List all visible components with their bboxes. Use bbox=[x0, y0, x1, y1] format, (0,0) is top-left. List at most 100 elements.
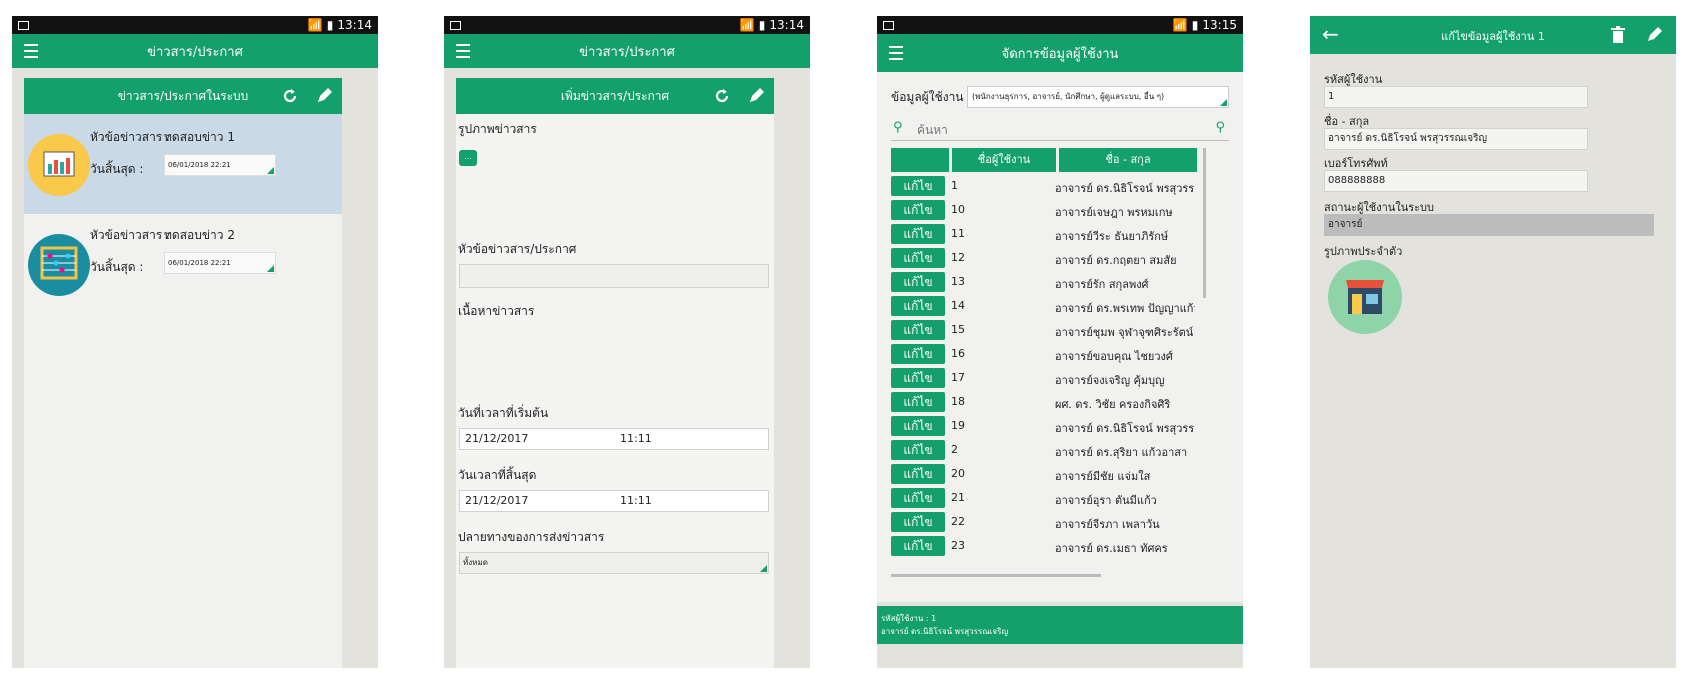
edit-button[interactable]: แก้ไข bbox=[891, 224, 945, 244]
refresh-icon[interactable] bbox=[712, 86, 732, 106]
store-icon[interactable] bbox=[1328, 260, 1402, 334]
screen-news-list: 📶 ▮ 13:14 ข่าวสาร/ประกาศ ข่าวสาร/ประกาศในร… bbox=[12, 16, 378, 668]
app-bar: ข่าวสาร/ประกาศ bbox=[444, 34, 810, 68]
notification-icon bbox=[883, 20, 894, 30]
horizontal-scrollbar[interactable] bbox=[891, 574, 1101, 577]
row-username: 12 bbox=[951, 251, 965, 264]
signal-icon: 📶 bbox=[307, 18, 323, 32]
user-id-field[interactable]: 1 bbox=[1324, 86, 1588, 108]
pencil-icon[interactable] bbox=[1644, 25, 1664, 45]
col-name-header: ชื่อ - สกุล bbox=[1059, 148, 1197, 172]
search-bar[interactable]: ⚲ ค้นหา ⚲ bbox=[891, 118, 1229, 141]
edit-button[interactable]: แก้ไข bbox=[891, 296, 945, 316]
table-row[interactable]: แก้ไข 16 อาจารย์ขอบคุณ ไชยวงศ์ bbox=[891, 344, 1196, 366]
row-fullname: อาจารย์มีชัย แจ่มใส bbox=[1055, 470, 1151, 483]
refresh-icon[interactable] bbox=[280, 86, 300, 106]
edit-button[interactable]: แก้ไข bbox=[891, 248, 945, 268]
menu-icon[interactable] bbox=[889, 46, 903, 64]
table-row[interactable]: แก้ไข 2 อาจารย์ ดร.สุริยา แก้วอาสา bbox=[891, 440, 1196, 462]
row-username: 2 bbox=[951, 443, 958, 456]
news-panel: ข่าวสาร/ประกาศในระบบ หัวข้อข่าวสาร : ทดส… bbox=[24, 78, 342, 668]
row-fullname: อาจารย์อุรา ตันมีแก้ว bbox=[1055, 494, 1157, 507]
end-date-field[interactable]: 06/01/2018 22:21 bbox=[164, 252, 276, 274]
end-date-field[interactable]: 06/01/2018 22:21 bbox=[164, 154, 276, 176]
target-label: ปลายทางของการส่งข่าวสาร bbox=[458, 530, 605, 544]
row-username: 10 bbox=[951, 203, 965, 216]
search-input[interactable]: ค้นหา bbox=[917, 121, 948, 140]
pencil-icon[interactable] bbox=[746, 86, 766, 106]
edit-button[interactable]: แก้ไข bbox=[891, 392, 945, 412]
table-row[interactable]: แก้ไข 23 อาจารย์ ดร.เมธา ทัศคร bbox=[891, 536, 1196, 558]
app-bar: จัดการข้อมูลผู้ใช้งาน bbox=[877, 34, 1243, 72]
edit-button[interactable]: แก้ไข bbox=[891, 272, 945, 292]
row-fullname: อาจารย์จงเจริญ คุ้มบุญ bbox=[1055, 374, 1165, 387]
row-fullname: อาจารย์ ดร.นิธิโรจน์ พรสุวรร... bbox=[1055, 182, 1195, 195]
table-row[interactable]: แก้ไข 17 อาจารย์จงเจริญ คุ้มบุญ bbox=[891, 368, 1196, 390]
target-select[interactable]: ทั้งหมด bbox=[459, 552, 769, 574]
abacus-icon bbox=[28, 234, 90, 296]
add-news-form: เพิ่มข่าวสาร/ประกาศ รูปภาพข่าวสาร ... หั… bbox=[456, 78, 774, 668]
search-submit-icon[interactable]: ⚲ bbox=[1215, 120, 1225, 135]
start-time: 11:11 bbox=[620, 432, 652, 445]
table-row[interactable]: แก้ไข 22 อาจารย์จีรภา เพลาวัน bbox=[891, 512, 1196, 534]
table-row[interactable]: แก้ไข 19 อาจารย์ ดร.นิธิโรจน์ พรสุวรร... bbox=[891, 416, 1196, 438]
edit-button[interactable]: แก้ไข bbox=[891, 344, 945, 364]
table-row[interactable]: แก้ไข 10 อาจารย์เจษฎา พรหมเกษ bbox=[891, 200, 1196, 222]
row-username: 1 bbox=[951, 179, 958, 192]
app-bar-title: ข่าวสาร/ประกาศ bbox=[147, 44, 243, 60]
start-date: 21/12/2017 bbox=[465, 432, 529, 445]
user-type-select[interactable]: (พนักงานธุรการ, อาจารย์, นักศึกษา, ผู้ดู… bbox=[967, 86, 1229, 108]
name-field[interactable]: อาจารย์ ดร.นิธิโรจน์ พรสุวรรณเจริญ bbox=[1324, 128, 1588, 150]
edit-button[interactable]: แก้ไข bbox=[891, 536, 945, 556]
table-row[interactable]: แก้ไข 12 อาจารย์ ดร.กฤตยา สมสัย bbox=[891, 248, 1196, 270]
row-username: 17 bbox=[951, 371, 965, 384]
phone-field[interactable]: 088888888 bbox=[1324, 170, 1588, 192]
table-row[interactable]: แก้ไข 11 อาจารย์วีระ ธันยาภิรักษ์ bbox=[891, 224, 1196, 246]
start-datetime-field[interactable]: 21/12/2017 11:11 bbox=[459, 428, 769, 450]
role-select[interactable]: อาจารย์ bbox=[1324, 214, 1654, 236]
edit-button[interactable]: แก้ไข bbox=[891, 440, 945, 460]
row-fullname: อาจารย์ ดร.เมธา ทัศคร bbox=[1055, 542, 1168, 555]
edit-button[interactable]: แก้ไข bbox=[891, 176, 945, 196]
status-bar: 📶 ▮ 13:15 bbox=[877, 16, 1243, 34]
signal-icon: 📶 bbox=[739, 18, 755, 32]
battery-icon: ▮ bbox=[326, 18, 334, 32]
vertical-scrollbar[interactable] bbox=[1203, 148, 1206, 298]
row-fullname: อาจารย์ ดร.นิธิโรจน์ พรสุวรร... bbox=[1055, 422, 1195, 435]
edit-button[interactable]: แก้ไข bbox=[891, 512, 945, 532]
table-row[interactable]: แก้ไข 18 ผศ. ดร. วิชัย ครองกิจศิริ bbox=[891, 392, 1196, 414]
row-username: 23 bbox=[951, 539, 965, 552]
choose-image-button[interactable]: ... bbox=[459, 150, 477, 166]
table-row[interactable]: แก้ไข 1 อาจารย์ ดร.นิธิโรจน์ พรสุวรร... bbox=[891, 176, 1196, 198]
end-datetime-field[interactable]: 21/12/2017 11:11 bbox=[459, 490, 769, 512]
panel-header: ข่าวสาร/ประกาศในระบบ bbox=[24, 78, 342, 114]
subject-label: หัวข้อข่าวสาร/ประกาศ bbox=[458, 242, 577, 256]
table-row[interactable]: แก้ไข 15 อาจารย์ชุมพ จุฬาจุฑศิระรัตน์ bbox=[891, 320, 1196, 342]
menu-icon[interactable] bbox=[24, 44, 38, 62]
edit-button[interactable]: แก้ไข bbox=[891, 368, 945, 388]
edit-button[interactable]: แก้ไข bbox=[891, 464, 945, 484]
footer-user-name: อาจารย์ ดร.นิธิโรจน์ พรสุวรรณเจริญ bbox=[881, 627, 1009, 636]
table-row[interactable]: แก้ไข 21 อาจารย์อุรา ตันมีแก้ว bbox=[891, 488, 1196, 510]
news-item[interactable]: หัวข้อข่าวสาร : ทดสอบข่าว 1 วันสิ้นสุด :… bbox=[24, 114, 342, 214]
row-username: 15 bbox=[951, 323, 965, 336]
menu-icon[interactable] bbox=[456, 44, 470, 62]
table-row[interactable]: แก้ไข 13 อาจารย์รัก สกุลพงศ์ bbox=[891, 272, 1196, 294]
status-bar: 📶 ▮ 13:14 bbox=[444, 16, 810, 34]
news-item[interactable]: หัวข้อข่าวสาร : ทดสอบข่าว 2 วันสิ้นสุด :… bbox=[24, 214, 342, 314]
pencil-icon[interactable] bbox=[314, 86, 334, 106]
row-username: 21 bbox=[951, 491, 965, 504]
table-row[interactable]: แก้ไข 20 อาจารย์มีชัย แจ่มใส bbox=[891, 464, 1196, 486]
edit-button[interactable]: แก้ไข bbox=[891, 320, 945, 340]
subject-input[interactable] bbox=[459, 264, 769, 288]
end-date-label: วันสิ้นสุด : bbox=[90, 162, 144, 176]
row-fullname: อาจารย์ ดร.กฤตยา สมสัย bbox=[1055, 254, 1177, 267]
news-title-label: หัวข้อข่าวสาร : bbox=[90, 228, 171, 242]
edit-button[interactable]: แก้ไข bbox=[891, 488, 945, 508]
edit-button[interactable]: แก้ไข bbox=[891, 416, 945, 436]
row-username: 14 bbox=[951, 299, 965, 312]
end-time: 11:11 bbox=[620, 494, 652, 507]
table-row[interactable]: แก้ไข 14 อาจารย์ ดร.พรเทพ ปัญญาแก้ว bbox=[891, 296, 1196, 318]
edit-button[interactable]: แก้ไข bbox=[891, 200, 945, 220]
trash-icon[interactable] bbox=[1610, 26, 1626, 44]
